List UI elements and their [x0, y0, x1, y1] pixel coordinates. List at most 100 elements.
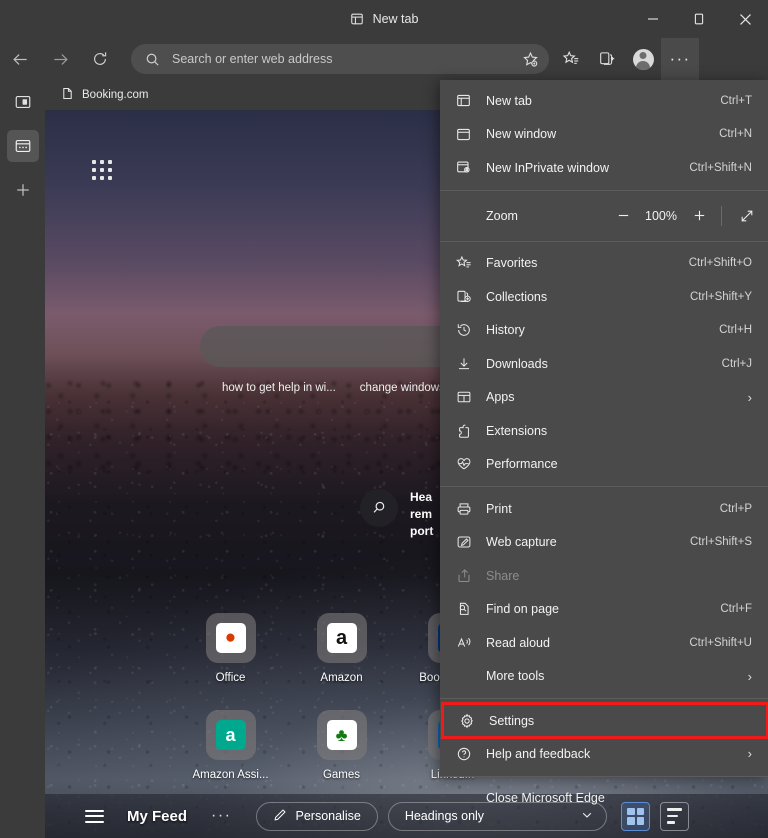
menu-item-label: New tab [486, 93, 532, 108]
menu-item-shortcut: Ctrl+N [719, 128, 752, 141]
zoom-in-button[interactable] [681, 208, 717, 223]
quick-link-label: Games [322, 769, 361, 781]
address-bar[interactable]: Search or enter web address [131, 44, 549, 74]
menu-item-label: Close Microsoft Edge [486, 791, 605, 806]
menu-item-shortcut: Ctrl+T [720, 94, 752, 107]
menu-item-label: New window [486, 127, 557, 142]
menu-item-label: Read aloud [486, 635, 550, 650]
menu-item-apps[interactable]: Apps › [440, 381, 768, 415]
toolbar-icons: ··· [553, 38, 699, 80]
menu-item-web-capture[interactable]: Web capture Ctrl+Shift+S [440, 526, 768, 560]
profile-avatar-icon[interactable] [625, 42, 661, 76]
page-icon [61, 87, 74, 103]
chevron-right-icon: › [747, 668, 752, 684]
menu-item-read-aloud[interactable]: Read aloud Ctrl+Shift+U [440, 626, 768, 660]
new-tab-icon [456, 93, 486, 108]
menu-item-shortcut: Ctrl+P [719, 502, 752, 515]
zoom-value: 100% [645, 208, 677, 223]
menu-item-label: Collections [486, 289, 548, 304]
history-clock-icon [456, 322, 486, 338]
apps-grid-icon[interactable] [92, 160, 116, 184]
download-icon [456, 356, 486, 372]
forward-arrow-icon[interactable] [40, 42, 80, 76]
fullscreen-button[interactable] [726, 208, 768, 224]
share-icon [456, 568, 486, 584]
back-arrow-icon[interactable] [0, 42, 40, 76]
read-aloud-icon [456, 635, 486, 651]
zoom-out-button[interactable] [605, 208, 641, 223]
menu-item-history[interactable]: History Ctrl+H [440, 314, 768, 348]
edge-browser-window: New tab Search or enter web address ··· … [0, 0, 768, 838]
menu-item-downloads[interactable]: Downloads Ctrl+J [440, 347, 768, 381]
sidebar-item-browser-essentials[interactable] [0, 80, 45, 124]
menu-divider [721, 205, 722, 226]
menu-item-help-and-feedback[interactable]: Help and feedback › [440, 737, 768, 771]
menu-item-extensions[interactable]: Extensions [440, 414, 768, 448]
menu-item-settings[interactable]: Settings [441, 702, 768, 739]
menu-separator [440, 486, 768, 487]
hamburger-icon[interactable] [85, 809, 104, 823]
pencil-icon [273, 808, 287, 825]
menu-separator [440, 698, 768, 699]
apps-icon [456, 389, 486, 405]
trending-item[interactable]: how to get help in wi... [222, 382, 336, 394]
menu-item-favorites[interactable]: Favorites Ctrl+Shift+O [440, 247, 768, 281]
menu-item-label: Find on page [486, 602, 559, 617]
web-capture-icon [456, 534, 486, 550]
feed-card[interactable]: Hea rem port [360, 489, 433, 540]
trending-item[interactable]: change windows [360, 382, 445, 394]
menu-separator [440, 189, 768, 191]
zoom-label: Zoom [486, 208, 518, 223]
new-tab-page-icon [350, 12, 364, 26]
menu-item-performance[interactable]: Performance [440, 448, 768, 482]
personalise-label: Personalise [295, 809, 361, 823]
menu-item-find-on-page[interactable]: Find on page Ctrl+F [440, 593, 768, 627]
menu-item-new-tab[interactable]: New tab Ctrl+T [440, 84, 768, 118]
menu-item-label: Downloads [486, 356, 548, 371]
favorites-star-icon[interactable] [553, 42, 589, 76]
browser-toolbar: Search or enter web address ··· [0, 38, 768, 80]
browser-tab[interactable]: New tab [350, 12, 419, 26]
personalise-button[interactable]: Personalise [255, 801, 378, 831]
refresh-icon[interactable] [80, 42, 120, 76]
tab-title: New tab [372, 12, 419, 26]
feed-card-line: port [410, 524, 434, 538]
quick-link-label: Amazon [320, 672, 363, 684]
new-window-icon [456, 127, 486, 142]
gear-icon [459, 713, 489, 729]
quick-link-label: Amazon Assi... [192, 769, 269, 781]
avatar [632, 48, 654, 70]
chevron-right-icon: › [747, 746, 752, 762]
menu-item-shortcut: Ctrl+F [720, 603, 752, 616]
minimize-button[interactable] [630, 0, 676, 38]
quick-link-amazon-assistant[interactable]: a Amazon Assi... [175, 710, 286, 807]
menu-item-print[interactable]: Print Ctrl+P [440, 492, 768, 526]
menu-item-close-microsoft-edge[interactable]: Close Microsoft Edge [440, 782, 768, 816]
close-button[interactable] [722, 0, 768, 38]
feed-more-icon[interactable]: ··· [211, 807, 231, 825]
collections-icon[interactable] [589, 42, 625, 76]
menu-item-shortcut: Ctrl+Shift+N [689, 161, 752, 174]
menu-item-shortcut: Ctrl+H [719, 324, 752, 337]
menu-item-new-window[interactable]: New window Ctrl+N [440, 118, 768, 152]
sidebar-item-new-tab-page[interactable] [0, 124, 45, 168]
menu-item-more-tools[interactable]: More tools › [440, 660, 768, 694]
quick-link-games[interactable]: ♣ Games [286, 710, 397, 807]
favorites-star-icon [456, 255, 486, 271]
menu-item-shortcut: Ctrl+Shift+Y [690, 290, 752, 303]
sidebar-item-add-tab[interactable] [0, 168, 45, 212]
menu-item-collections[interactable]: Collections Ctrl+Shift+Y [440, 280, 768, 314]
ellipsis-icon[interactable]: ··· [661, 38, 699, 80]
add-favorite-star-icon[interactable] [522, 51, 539, 68]
collections-icon [456, 289, 486, 305]
menu-item-label: History [486, 323, 525, 338]
menu-item-new-inprivate-window[interactable]: New InPrivate window Ctrl+Shift+N [440, 151, 768, 185]
quick-link-amazon[interactable]: a Amazon [286, 613, 397, 710]
maximize-button[interactable] [676, 0, 722, 38]
performance-icon [456, 456, 486, 472]
quick-link-office[interactable]: ● Office [175, 613, 286, 710]
menu-item-label: Performance [486, 457, 558, 472]
menu-item-label: Share [486, 568, 520, 583]
menu-item-shortcut: Ctrl+Shift+U [689, 636, 752, 649]
favorites-bar-item-booking[interactable]: Booking.com [61, 87, 148, 103]
